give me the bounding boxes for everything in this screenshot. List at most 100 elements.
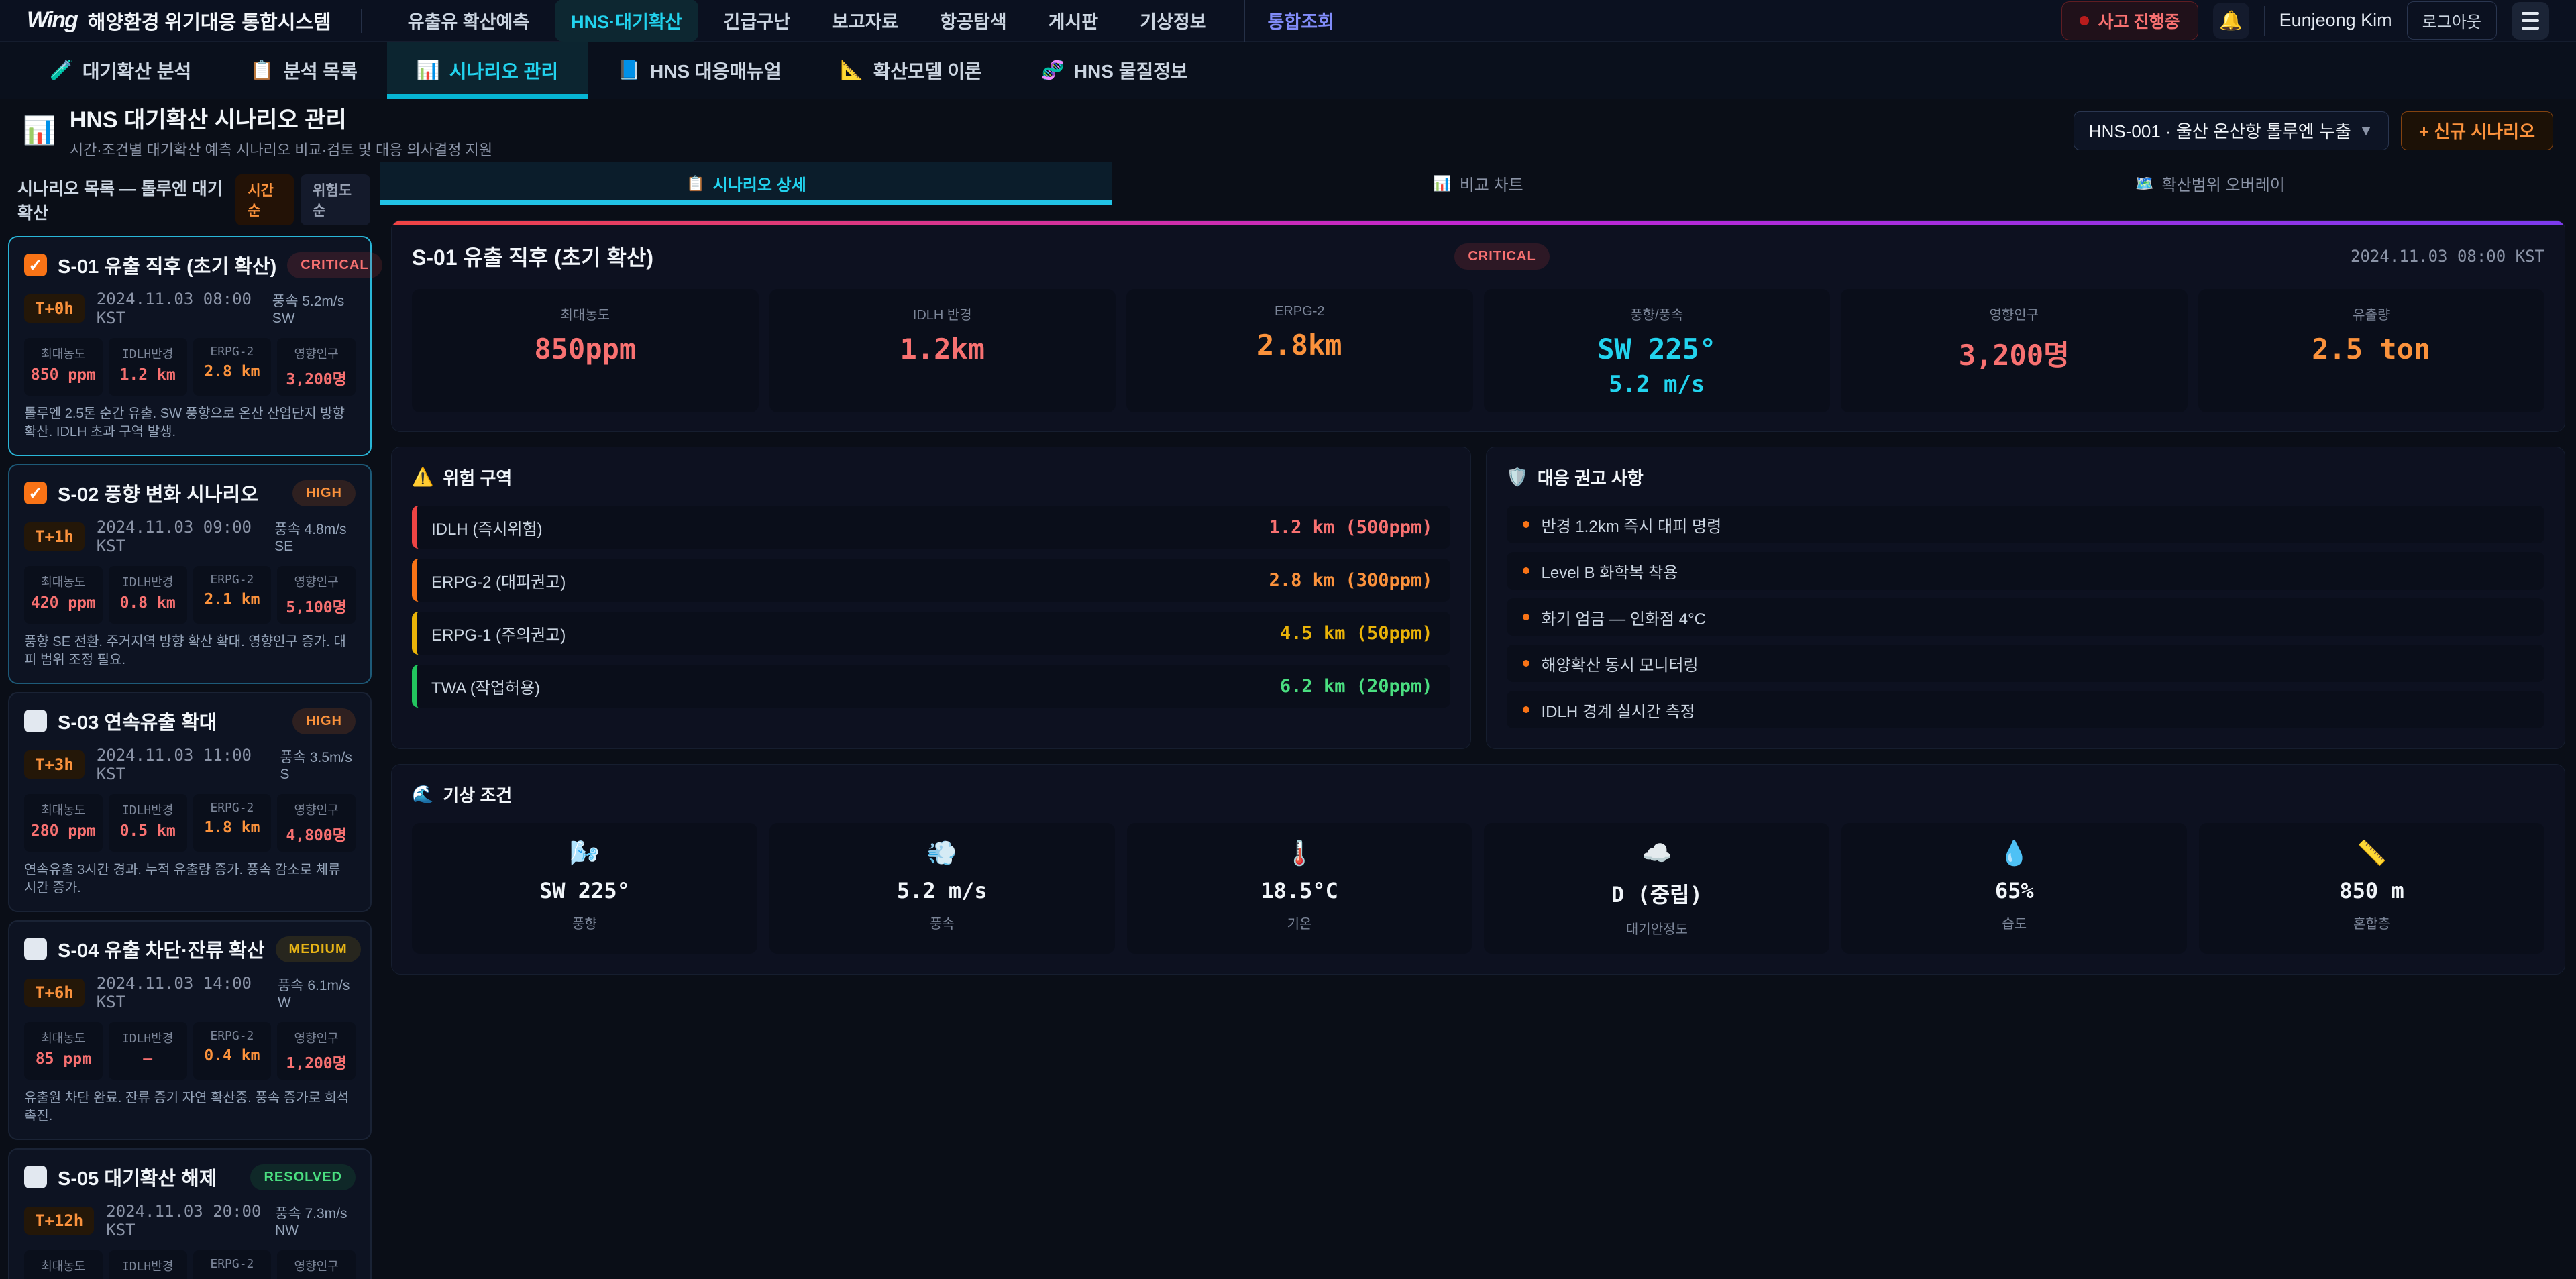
scenario-checkbox[interactable]: [24, 254, 47, 276]
tab-label: 비교 차트: [1460, 172, 1523, 195]
thermometer-icon: 🌡️: [1134, 839, 1466, 867]
zone-row-erpg1: ERPG-1 (주의권고) 4.5 km (50ppm): [412, 612, 1450, 655]
time-offset-chip: T+3h: [24, 750, 85, 779]
detail-tabs: 📋 시나리오 상세 📊 비교 차트 🗺️ 확산범위 오버레이: [380, 162, 2576, 205]
nav-item-aerial[interactable]: 항공탐색: [924, 0, 1022, 42]
tab-comparison-chart[interactable]: 📊 비교 차트: [1112, 162, 1844, 205]
scenario-checkbox[interactable]: [24, 482, 47, 504]
subtab-label: HNS 대응매뉴얼: [650, 57, 782, 84]
scenario-card-s02[interactable]: S-02 풍향 변화 시나리오 HIGH T+1h 2024.11.03 09:…: [8, 464, 372, 684]
panel-title-text: 대응 권고 사항: [1538, 465, 1644, 490]
dash-icon: 💨: [776, 839, 1108, 867]
page-subtitle: 시간·조건별 대기확산 예측 시나리오 비교·검토 및 대응 의사결정 지원: [70, 138, 492, 160]
scenario-checkbox[interactable]: [24, 938, 47, 960]
bullet-icon: [1523, 660, 1529, 667]
tab-label: 시나리오 상세: [713, 172, 806, 195]
top-header: Wing 해양환경 위기대응 통합시스템 유출유 확산예측 HNS·대기확산 긴…: [0, 0, 2576, 42]
warning-icon: ⚠️: [412, 467, 433, 488]
bar-chart-icon: 📊: [1433, 175, 1451, 192]
scenario-card-s05[interactable]: S-05 대기확산 해제 RESOLVED T+12h 2024.11.03 2…: [8, 1148, 372, 1279]
ruler-icon: 📐: [841, 59, 864, 81]
detail-title: S-01 유출 직후 (초기 확산): [412, 241, 653, 272]
scenario-wind: 풍속 7.3m/s NW: [275, 1203, 356, 1239]
scenario-datetime: 2024.11.03 14:00 KST: [97, 974, 266, 1011]
map-icon: 🗺️: [2135, 175, 2153, 192]
notification-button[interactable]: 🔔: [2213, 3, 2249, 39]
logout-button[interactable]: 로그아웃: [2407, 1, 2497, 40]
weather-wind-direction: 🌬️ SW 225° 풍향: [412, 823, 757, 954]
book-icon: 📘: [617, 59, 641, 81]
scenario-description: 톨루엔 2.5톤 순간 유출. SW 풍향으로 온산 산업단지 방향 확산. I…: [24, 405, 356, 441]
scenario-select-dropdown[interactable]: HNS-001 · 울산 온산항 톨루엔 누출 ▼: [2074, 111, 2389, 150]
zone-row-twa: TWA (작업허용) 6.2 km (20ppm): [412, 665, 1450, 708]
bullet-icon: [1523, 706, 1529, 713]
stat-erpg2: ERPG-2 2.8 km: [193, 338, 272, 396]
scenario-checkbox[interactable]: [24, 1166, 47, 1188]
tab-spread-overlay[interactable]: 🗺️ 확산범위 오버레이: [1844, 162, 2576, 205]
sort-by-risk-button[interactable]: 위험도순: [301, 174, 370, 225]
stat-idlh-radius: IDLH반경 –: [109, 1022, 187, 1080]
nav-item-oil-spill[interactable]: 유출유 확산예측: [392, 0, 545, 42]
header-right: 사고 진행중 🔔 Eunjeong Kim 로그아웃: [2061, 1, 2549, 40]
subtab-hns-manual[interactable]: 📘 HNS 대응매뉴얼: [588, 42, 811, 99]
stat-affected-population: 영향인구 0명: [277, 1250, 356, 1279]
new-scenario-button[interactable]: + 신규 시나리오: [2401, 111, 2553, 150]
scenario-sidebar: 시나리오 목록 — 톨루엔 대기확산 시간순 위험도순 S-01 유출 직후 (…: [0, 162, 380, 1279]
subtab-label: 대기확산 분석: [83, 57, 191, 84]
scenario-wind: 풍속 5.2m/s SW: [272, 290, 356, 327]
recommendation-item: 화기 엄금 — 인화점 4°C: [1507, 598, 2545, 636]
scenario-title: S-02 풍향 변화 시나리오: [58, 479, 258, 507]
subtab-analysis[interactable]: 🧪 대기확산 분석: [20, 42, 221, 99]
severity-badge: HIGH: [292, 708, 356, 734]
scenario-wind: 풍속 4.8m/s SE: [274, 518, 356, 555]
nav-item-reports[interactable]: 보고자료: [816, 0, 914, 42]
severity-badge: HIGH: [292, 480, 356, 506]
subtab-substance-info[interactable]: 🧬 HNS 물질정보: [1012, 42, 1218, 99]
weather-wind-speed: 💨 5.2 m/s 풍속: [769, 823, 1115, 954]
scenario-card-s04[interactable]: S-04 유출 차단·잔류 확산 MEDIUM T+6h 2024.11.03 …: [8, 920, 372, 1140]
nav-item-hns[interactable]: HNS·대기확산: [555, 0, 698, 42]
subtab-label: HNS 물질정보: [1074, 57, 1188, 84]
tab-scenario-detail[interactable]: 📋 시나리오 상세: [380, 162, 1112, 205]
time-offset-chip: T+12h: [24, 1207, 94, 1235]
scenario-checkbox[interactable]: [24, 710, 47, 732]
chevron-down-icon: ▼: [2359, 122, 2373, 140]
incident-status-badge: 사고 진행중: [2061, 1, 2198, 40]
droplet-icon: 💧: [1848, 839, 2180, 867]
sort-by-time-button[interactable]: 시간순: [235, 174, 294, 225]
main-content: 📋 시나리오 상세 📊 비교 차트 🗺️ 확산범위 오버레이 S-01 유출 직…: [380, 162, 2576, 1279]
weather-stability: ☁️ D (중립) 대기안정도: [1484, 823, 1829, 954]
stat-erpg2: ERPG-2 0.4 km: [193, 1022, 272, 1080]
subtab-label: 분석 목록: [283, 57, 358, 84]
subtab-analysis-list[interactable]: 📋 분석 목록: [221, 42, 387, 99]
stat-idlh-radius: IDLH반경 1.2 km: [109, 338, 187, 396]
hamburger-menu-button[interactable]: [2512, 2, 2549, 40]
stat-max-concentration: 최대농도 280 ppm: [24, 794, 103, 852]
severity-badge: RESOLVED: [250, 1164, 356, 1190]
subtab-model-theory[interactable]: 📐 확산모델 이론: [811, 42, 1012, 99]
scenario-detail-panel: S-01 유출 직후 (초기 확산) CRITICAL 2024.11.03 0…: [391, 220, 2565, 432]
bullet-icon: [1523, 521, 1529, 528]
dna-icon: 🧬: [1041, 59, 1065, 81]
scenario-card-s03[interactable]: S-03 연속유출 확대 HIGH T+3h 2024.11.03 11:00 …: [8, 692, 372, 912]
page-title: HNS 대기확산 시나리오 관리: [70, 101, 492, 134]
subtab-scenario-management[interactable]: 📊 시나리오 관리: [387, 42, 588, 99]
scenario-card-s01[interactable]: S-01 유출 직후 (초기 확산) CRITICAL T+0h 2024.11…: [8, 236, 372, 456]
clipboard-icon: 📋: [250, 59, 274, 81]
severity-badge: CRITICAL: [1454, 243, 1549, 270]
nav-item-integrated-search[interactable]: 통합조회: [1244, 0, 1350, 42]
stat-erpg2: ERPG-2 1.8 km: [193, 794, 272, 852]
weather-mixing-layer: 📏 850 m 혼합층: [2199, 823, 2544, 954]
wind-face-icon: 🌬️: [419, 839, 751, 867]
time-offset-chip: T+0h: [24, 294, 85, 323]
header-divider-2: [2264, 6, 2265, 36]
bullet-icon: [1523, 567, 1529, 574]
time-offset-chip: T+6h: [24, 979, 85, 1007]
nav-item-weather[interactable]: 기상정보: [1124, 0, 1222, 42]
nav-item-rescue[interactable]: 긴급구난: [708, 0, 806, 42]
subtab-label: 시나리오 관리: [449, 57, 558, 84]
stat-affected-population: 영향인구 3,200명: [277, 338, 356, 396]
nav-item-board[interactable]: 게시판: [1032, 0, 1115, 42]
detail-stat-erpg2: ERPG-2 2.8km: [1126, 289, 1473, 412]
zone-row-erpg2: ERPG-2 (대피권고) 2.8 km (300ppm): [412, 559, 1450, 602]
